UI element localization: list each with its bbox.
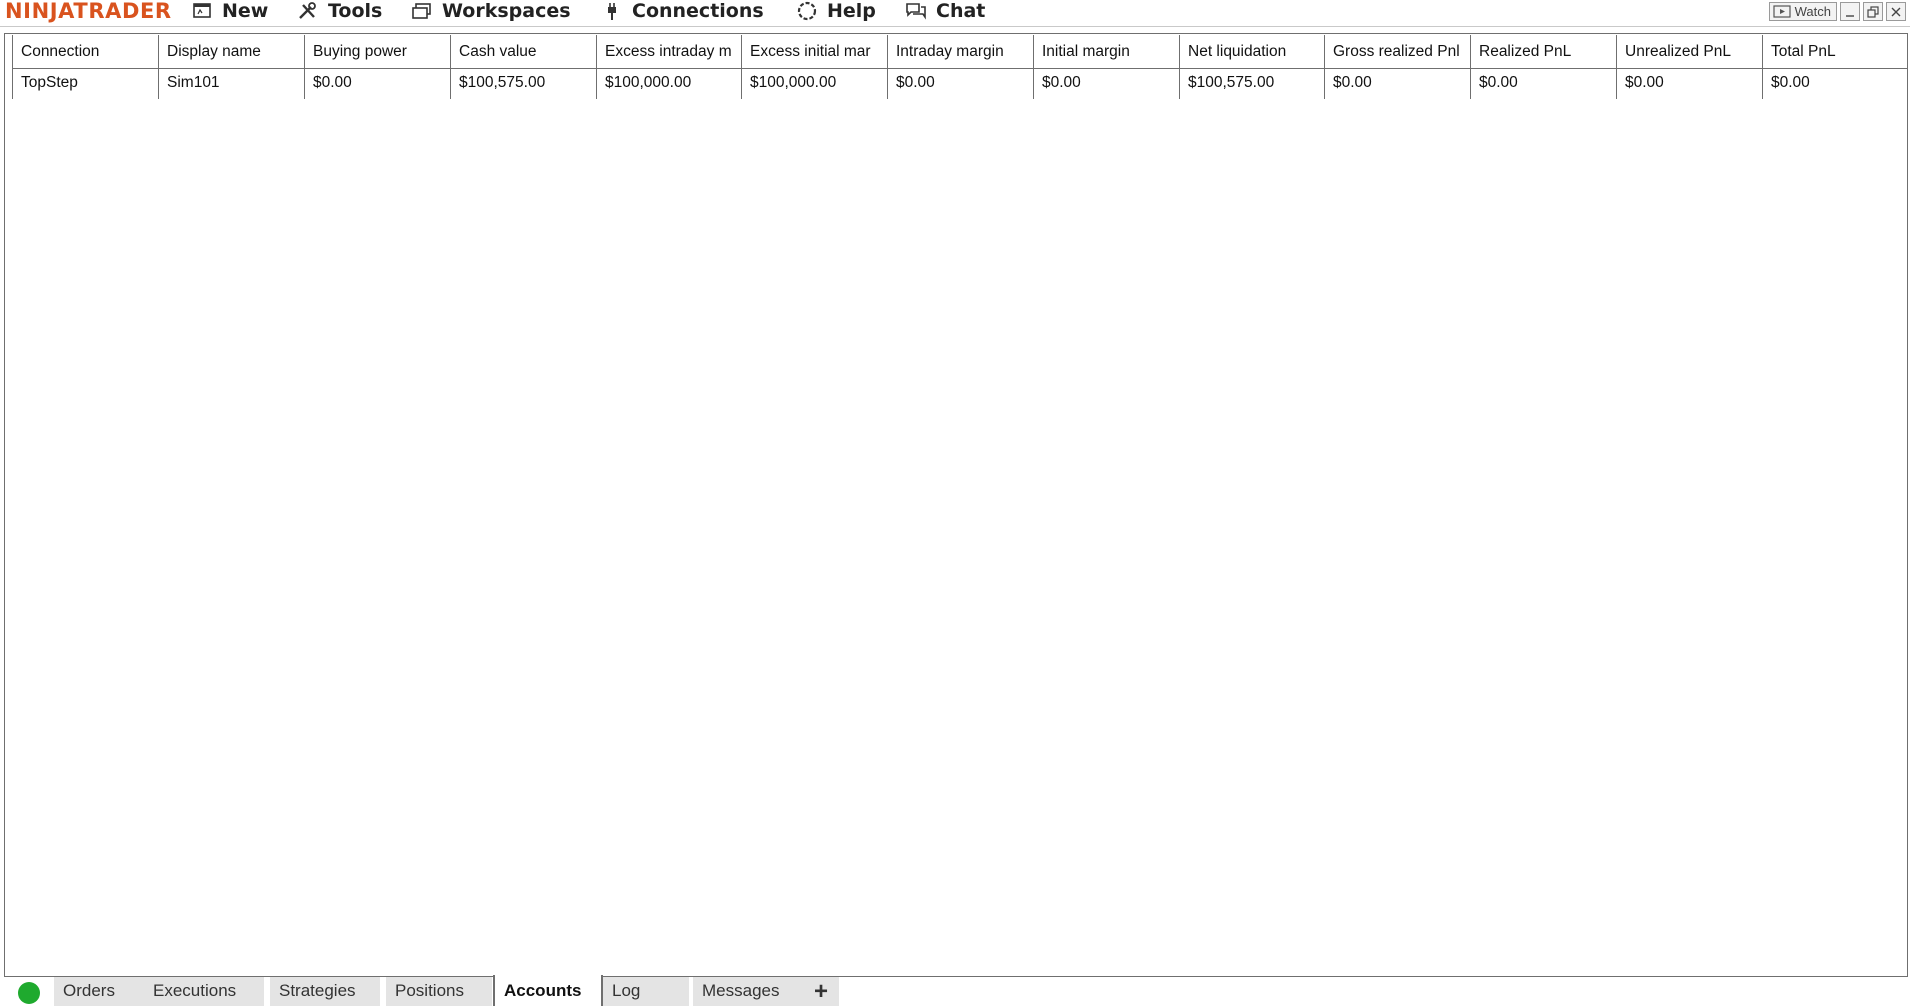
cell-initial-margin: $0.00 bbox=[1033, 69, 1179, 99]
column-header-realized-pnl[interactable]: Realized PnL bbox=[1470, 35, 1616, 69]
cell-gross-realized-pnl: $0.00 bbox=[1324, 69, 1470, 99]
column-header-display-name[interactable]: Display name bbox=[158, 35, 304, 69]
app-logo: NINJATRADER bbox=[5, 0, 172, 23]
menu-workspaces[interactable]: Workspaces bbox=[410, 0, 571, 22]
window-controls: Watch bbox=[1768, 2, 1906, 21]
menu-workspaces-label: Workspaces bbox=[442, 0, 571, 22]
menu-help[interactable]: Help bbox=[795, 0, 876, 22]
cell-unrealized-pnl: $0.00 bbox=[1616, 69, 1762, 99]
tab-messages[interactable]: Messages bbox=[693, 977, 803, 1006]
tab-strategies[interactable]: Strategies bbox=[270, 977, 380, 1006]
menu-tools[interactable]: Tools bbox=[296, 0, 382, 22]
tab-accounts[interactable]: Accounts bbox=[493, 975, 603, 1006]
menu-chat[interactable]: Chat bbox=[904, 0, 985, 22]
menu-tools-label: Tools bbox=[328, 0, 383, 22]
cell-intraday-margin: $0.00 bbox=[887, 69, 1033, 99]
grid-header: Connection Display name Buying power Cas… bbox=[12, 35, 1908, 69]
watch-button[interactable]: Watch bbox=[1768, 2, 1837, 21]
accounts-panel: Connection Display name Buying power Cas… bbox=[4, 33, 1908, 977]
cell-excess-intraday-margin: $100,000.00 bbox=[596, 69, 741, 99]
minimize-button[interactable] bbox=[1840, 2, 1860, 21]
column-header-unrealized-pnl[interactable]: Unrealized PnL bbox=[1616, 35, 1762, 69]
tab-orders[interactable]: Orders bbox=[54, 977, 144, 1006]
minimize-icon bbox=[1846, 14, 1854, 17]
menu-new-label: New bbox=[222, 0, 269, 22]
plug-icon bbox=[600, 0, 624, 22]
cell-buying-power: $0.00 bbox=[304, 69, 450, 99]
column-header-gross-realized-pnl[interactable]: Gross realized Pnl bbox=[1324, 35, 1470, 69]
add-tab-button[interactable]: + bbox=[803, 977, 839, 1006]
bottom-tab-strip: Orders Executions Strategies Positions A… bbox=[0, 975, 1910, 1006]
column-header-total-pnl[interactable]: Total PnL bbox=[1762, 35, 1908, 69]
menu-new[interactable]: New bbox=[190, 0, 268, 22]
cell-display-name: Sim101 bbox=[158, 69, 304, 99]
tab-log[interactable]: Log bbox=[603, 977, 689, 1006]
table-row[interactable]: TopStep Sim101 $0.00 $100,575.00 $100,00… bbox=[12, 69, 1908, 99]
column-header-cash-value[interactable]: Cash value bbox=[450, 35, 596, 69]
column-header-initial-margin[interactable]: Initial margin bbox=[1033, 35, 1179, 69]
tab-positions[interactable]: Positions bbox=[386, 977, 492, 1006]
new-window-icon bbox=[190, 0, 214, 22]
restore-icon bbox=[1867, 5, 1879, 18]
column-header-connection[interactable]: Connection bbox=[12, 35, 158, 69]
menu-connections-label: Connections bbox=[632, 0, 764, 22]
connection-status-icon bbox=[18, 982, 40, 1004]
tab-executions[interactable]: Executions bbox=[144, 977, 264, 1006]
column-header-intraday-margin[interactable]: Intraday margin bbox=[887, 35, 1033, 69]
column-header-excess-initial-margin[interactable]: Excess initial mar bbox=[741, 35, 887, 69]
menu-connections[interactable]: Connections bbox=[600, 0, 764, 22]
workspaces-icon bbox=[410, 0, 434, 22]
close-icon bbox=[1891, 7, 1901, 16]
cell-total-pnl: $0.00 bbox=[1762, 69, 1908, 99]
close-button[interactable] bbox=[1886, 2, 1906, 21]
column-header-net-liquidation[interactable]: Net liquidation bbox=[1179, 35, 1324, 69]
tools-icon bbox=[296, 0, 320, 22]
column-header-excess-intraday-margin[interactable]: Excess intraday m bbox=[596, 35, 741, 69]
cell-realized-pnl: $0.00 bbox=[1470, 69, 1616, 99]
cell-excess-initial-margin: $100,000.00 bbox=[741, 69, 887, 99]
video-icon bbox=[1773, 5, 1791, 18]
watch-label: Watch bbox=[1794, 4, 1831, 19]
column-header-buying-power[interactable]: Buying power bbox=[304, 35, 450, 69]
chat-icon bbox=[904, 0, 928, 22]
cell-cash-value: $100,575.00 bbox=[450, 69, 596, 99]
lifebuoy-icon bbox=[795, 0, 819, 22]
cell-connection: TopStep bbox=[12, 69, 158, 99]
cell-net-liquidation: $100,575.00 bbox=[1179, 69, 1324, 99]
menu-bar: NINJATRADER New Tools Workspaces Connect… bbox=[0, 0, 1910, 27]
menu-help-label: Help bbox=[827, 0, 876, 22]
menu-chat-label: Chat bbox=[936, 0, 986, 22]
restore-button[interactable] bbox=[1863, 2, 1883, 21]
